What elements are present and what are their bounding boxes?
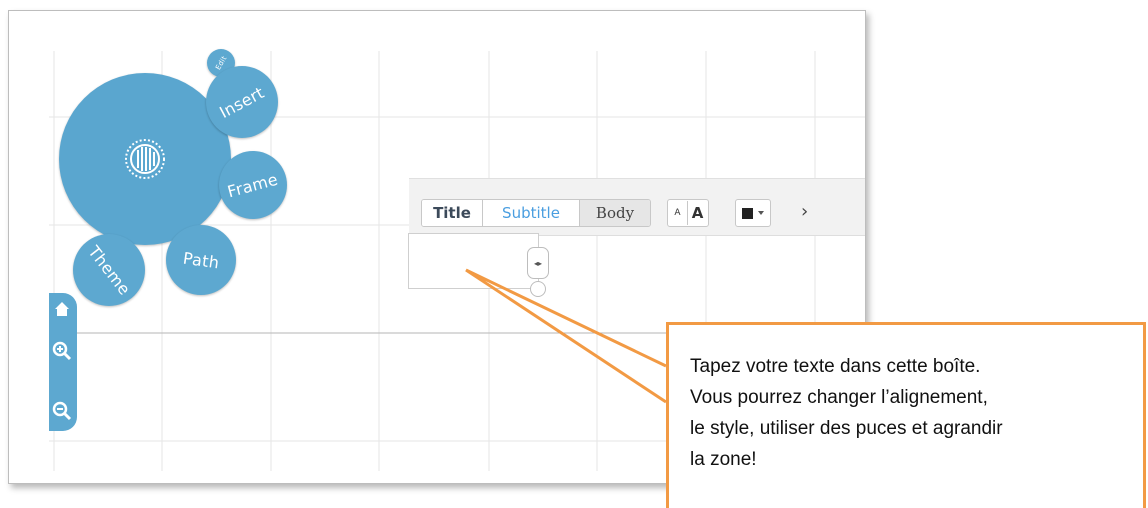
callout-line-1: Tapez votre texte dans cette boîte. <box>690 356 981 377</box>
callout-line-4: la zone! <box>690 449 757 470</box>
callout-line-2: Vous pourrez changer l’alignement, <box>690 387 988 408</box>
callout-line-3: le style, utiliser des puces et agrandir <box>690 418 1003 439</box>
instruction-callout: Tapez votre texte dans cette boîte. Vous… <box>666 322 1146 508</box>
